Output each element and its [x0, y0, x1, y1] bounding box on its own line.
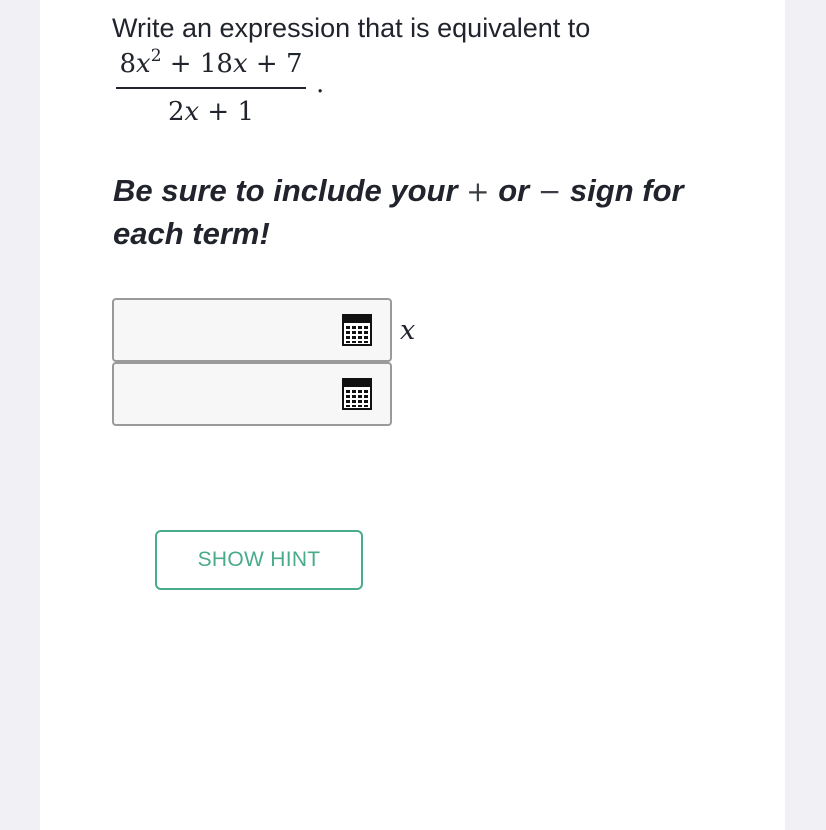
minus-sign: − — [537, 175, 562, 208]
fraction-bar — [116, 87, 306, 89]
show-hint-button[interactable]: SHOW HINT — [155, 530, 363, 590]
answer-input-second[interactable] — [122, 372, 341, 418]
answer-box-second — [112, 362, 392, 426]
fraction-denominator: 2x + 1 — [167, 97, 255, 127]
instruction-text: Be sure to include your + or − sign for … — [113, 173, 684, 251]
answer-input-first[interactable] — [122, 308, 341, 354]
calculator-icon[interactable] — [342, 378, 372, 410]
calculator-icon[interactable] — [342, 314, 372, 346]
fraction-numerator: 8x2 + 18x + 7 — [119, 46, 303, 80]
fraction-period: . — [316, 69, 325, 99]
question-prompt: Write an expression that is equivalent t… — [112, 13, 591, 43]
answer-box-first — [112, 298, 392, 362]
plus-sign: + — [466, 175, 490, 208]
answer-variable-x: x — [400, 315, 416, 346]
